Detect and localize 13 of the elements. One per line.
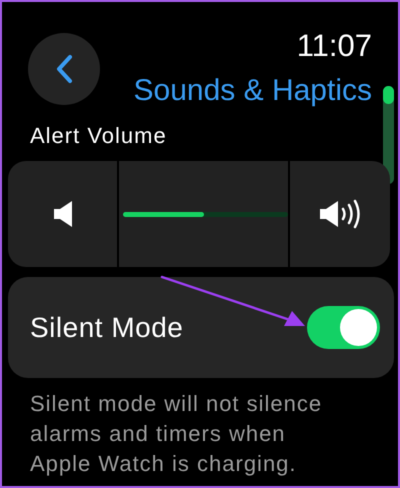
volume-down-button[interactable] [52,199,74,229]
chevron-left-icon [55,54,73,84]
alert-volume-label: Alert Volume [30,123,167,150]
volume-up-button[interactable] [318,198,362,230]
volume-slider[interactable] [123,212,288,216]
speaker-loud-icon [318,198,362,230]
screen-title: Sounds & Haptics [134,74,372,107]
clock-time: 11:07 [296,30,372,61]
scroll-thumb [383,86,394,104]
speaker-icon [52,199,74,229]
footnote-text: Silent mode will not silence alarms and timers when Apple Watch is charging. [30,390,324,478]
silent-mode-toggle[interactable] [307,306,380,349]
silent-mode-label: Silent Mode [30,310,184,344]
